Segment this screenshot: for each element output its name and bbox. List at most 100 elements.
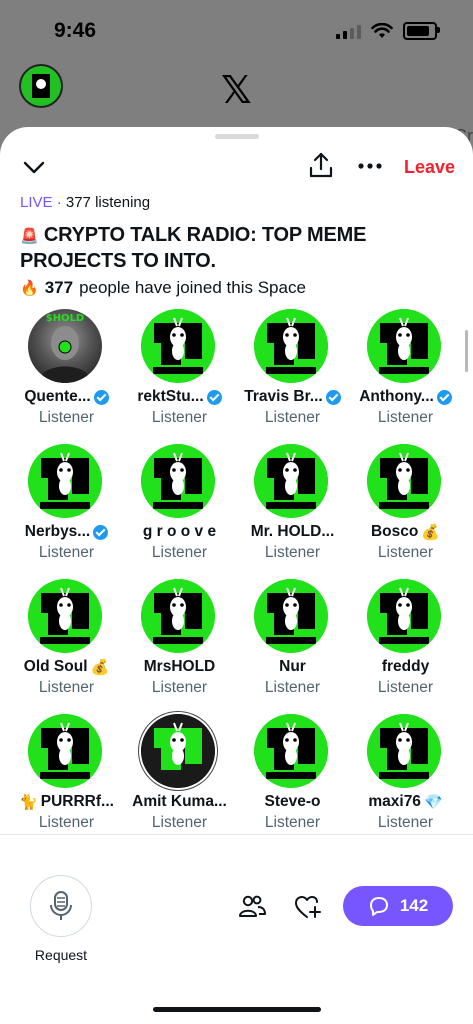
participant-role: Listener — [151, 814, 208, 831]
sheet-grabber[interactable] — [215, 134, 259, 139]
participant-role: Listener — [151, 409, 208, 426]
status-time: 9:46 — [54, 19, 97, 42]
status-icons — [336, 22, 440, 40]
participant-avatar[interactable] — [367, 309, 441, 383]
participant-name: freddy — [381, 658, 430, 675]
participant-name-row: 🐈 PURRRf... — [10, 793, 123, 811]
avatar-tagline — [153, 367, 203, 374]
participant-name: maxi76 — [368, 793, 421, 810]
participant-role: Listener — [264, 679, 321, 696]
avatar-tagline — [266, 502, 316, 509]
participant-name: Anthony... — [359, 388, 434, 405]
avatar-tagline — [40, 502, 90, 509]
chat-icon — [369, 897, 388, 916]
avatar-tagline — [379, 502, 429, 509]
live-label: LIVE — [20, 194, 53, 211]
participant-avatar[interactable] — [254, 309, 328, 383]
participant-role: Listener — [377, 814, 434, 831]
avatar-tagline — [266, 772, 316, 779]
participant-name: rektStu... — [137, 388, 204, 405]
participant-card[interactable]: Nur Listener — [236, 579, 349, 709]
fire-icon: 🔥 — [20, 279, 39, 297]
share-icon[interactable] — [308, 151, 334, 179]
participant-avatar[interactable] — [28, 444, 102, 518]
participant-name-row: Nur — [236, 658, 349, 676]
participant-role: Listener — [264, 544, 321, 561]
participant-role: Listener — [38, 409, 95, 426]
avatar-tagline — [153, 502, 203, 509]
participant-name: MrsHOLD — [143, 658, 216, 675]
verified-icon — [93, 389, 109, 405]
participant-avatar[interactable] — [141, 309, 215, 383]
participant-role: Listener — [38, 679, 95, 696]
participant-card[interactable]: freddy Listener — [349, 579, 462, 709]
participant-role: Listener — [377, 679, 434, 696]
participant-avatar[interactable] — [141, 579, 215, 653]
participant-card[interactable]: 🐈 PURRRf... Listener — [10, 714, 123, 844]
participant-card[interactable]: maxi76 💎 Listener — [349, 714, 462, 844]
avatar-tagline — [153, 637, 203, 644]
space-title-text: CRYPTO TALK RADIO: TOP MEME PROJECTS TO … — [20, 224, 367, 272]
verified-icon — [93, 524, 109, 540]
request-mic-button[interactable] — [30, 875, 92, 937]
participant-name: Travis Br... — [244, 388, 323, 405]
participant-avatar[interactable] — [28, 714, 102, 788]
participant-card[interactable]: Mr. HOLD... Listener — [236, 444, 349, 574]
participant-name-row: Nerbys... — [10, 523, 123, 541]
participant-avatar[interactable] — [254, 579, 328, 653]
participant-card[interactable]: Old Soul 💰 Listener — [10, 579, 123, 709]
participant-avatar[interactable] — [367, 714, 441, 788]
people-icon[interactable] — [238, 893, 266, 921]
chat-button[interactable]: 142 — [343, 886, 453, 926]
participant-avatar[interactable] — [141, 714, 215, 788]
participant-role: Listener — [38, 544, 95, 561]
name-emoji-icon: 💰 — [421, 523, 441, 541]
participant-role: Listener — [377, 409, 434, 426]
participant-card[interactable]: g r o o v e Listener — [123, 444, 236, 574]
participant-name: Nerbys... — [24, 523, 91, 540]
participant-card[interactable]: Travis Br... Listener — [236, 309, 349, 439]
chevron-down-icon[interactable] — [22, 155, 46, 179]
participant-name: Old Soul — [23, 658, 88, 675]
participant-name-row: MrsHOLD — [123, 658, 236, 676]
avatar-tagline — [379, 637, 429, 644]
participant-avatar[interactable] — [367, 444, 441, 518]
participant-avatar[interactable]: $HOLD — [28, 309, 102, 383]
verified-icon — [325, 389, 341, 405]
participant-avatar[interactable] — [367, 579, 441, 653]
profile-avatar[interactable] — [19, 64, 63, 108]
participant-name-row: g r o o v e — [123, 523, 236, 541]
live-status: LIVE · 377 listening — [20, 194, 150, 211]
participant-role: Listener — [264, 409, 321, 426]
participant-name: Nur — [279, 658, 306, 675]
more-icon[interactable] — [357, 153, 383, 179]
participant-name: PURRRf... — [40, 793, 114, 810]
scrollbar[interactable] — [465, 330, 468, 372]
heart-plus-icon[interactable] — [294, 893, 322, 921]
participant-card[interactable]: Steve-o Listener — [236, 714, 349, 844]
participant-card[interactable]: Bosco 💰 Listener — [349, 444, 462, 574]
participant-card[interactable]: rektStu... Listener — [123, 309, 236, 439]
participant-avatar[interactable] — [28, 579, 102, 653]
home-indicator — [153, 1007, 321, 1012]
participant-name: Mr. HOLD... — [250, 523, 335, 540]
participant-avatar[interactable] — [254, 714, 328, 788]
verified-icon — [206, 389, 222, 405]
participant-avatar[interactable] — [254, 444, 328, 518]
participant-card[interactable]: Amit Kuma... Listener — [123, 714, 236, 844]
participant-role: Listener — [264, 814, 321, 831]
microphone-icon — [50, 891, 72, 920]
leave-button[interactable]: Leave — [404, 157, 455, 178]
participant-card[interactable]: $HOLD Quente... Listener — [10, 309, 123, 439]
joined-text: people have joined this Space — [79, 278, 306, 297]
avatar-badge-text: $HOLD — [45, 313, 85, 324]
participant-avatar[interactable] — [141, 444, 215, 518]
verified-icon — [436, 389, 452, 405]
participant-name: Amit Kuma... — [132, 793, 227, 810]
space-title: 🚨 CRYPTO TALK RADIO: TOP MEME PROJECTS T… — [20, 223, 460, 274]
participant-card[interactable]: Anthony... Listener — [349, 309, 462, 439]
participant-card[interactable]: MrsHOLD Listener — [123, 579, 236, 709]
status-bar: 9:46 — [0, 0, 473, 60]
participant-card[interactable]: Nerbys... Listener — [10, 444, 123, 574]
participant-name-row: freddy — [349, 658, 462, 676]
